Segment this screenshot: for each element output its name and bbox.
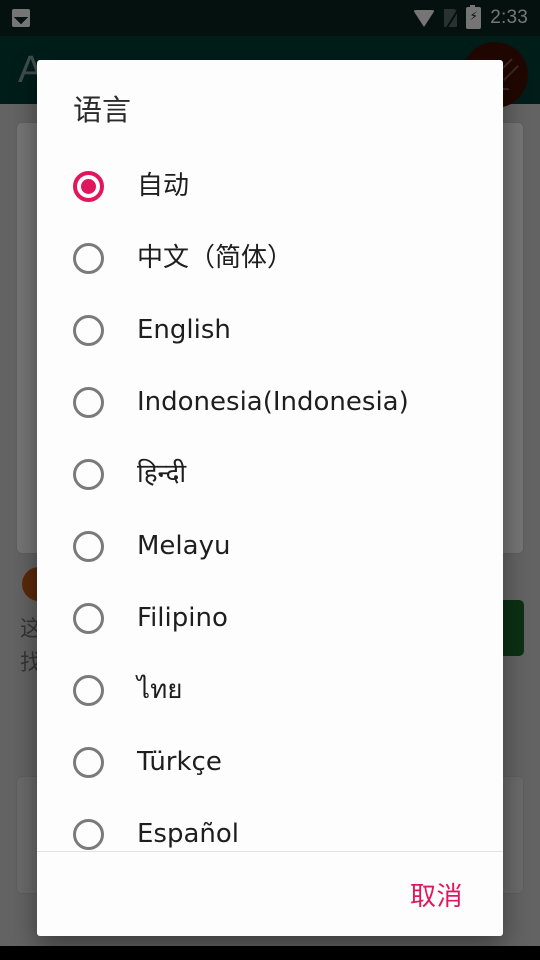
dialog-action-bar: 取消 — [37, 852, 503, 936]
radio-button-icon[interactable] — [73, 674, 104, 706]
language-option-label: 自动 — [137, 171, 190, 201]
cancel-button[interactable]: 取消 — [400, 868, 473, 921]
language-option-label: ไทย — [137, 675, 183, 705]
radio-button-icon[interactable] — [73, 602, 104, 634]
language-option-english[interactable]: English — [37, 294, 503, 366]
radio-button-icon[interactable] — [73, 170, 104, 202]
phone-screen: ! 这是一段提找不到 A ⚡ 2:33 — [0, 0, 540, 960]
radio-button-icon[interactable] — [73, 242, 104, 274]
language-option-thai[interactable]: ไทย — [37, 654, 503, 726]
dialog-title: 语言 — [73, 93, 132, 127]
language-option-indonesia[interactable]: Indonesia(Indonesia) — [37, 366, 503, 438]
language-option-label: हिन्दी — [137, 459, 187, 489]
language-option-filipino[interactable]: Filipino — [37, 582, 503, 654]
language-options-list[interactable]: 自动 中文（简体） English Indonesia(Indonesia) ह… — [37, 144, 503, 851]
language-option-espanol[interactable]: Español — [37, 798, 503, 851]
language-option-label: Indonesia(Indonesia) — [137, 387, 409, 417]
language-option-label: English — [137, 315, 231, 345]
language-option-label: 中文（简体） — [137, 243, 294, 273]
language-option-label: Filipino — [137, 603, 228, 633]
radio-button-icon[interactable] — [73, 386, 104, 418]
language-option-label: Türkçe — [137, 747, 222, 777]
language-option-hindi[interactable]: हिन्दी — [37, 438, 503, 510]
language-option-label: Melayu — [137, 531, 231, 561]
language-option-turkce[interactable]: Türkçe — [37, 726, 503, 798]
radio-button-icon[interactable] — [73, 818, 104, 850]
radio-button-icon[interactable] — [73, 746, 104, 778]
radio-button-icon[interactable] — [73, 530, 104, 562]
language-option-melayu[interactable]: Melayu — [37, 510, 503, 582]
navigation-bar — [0, 946, 540, 960]
language-option-chinese-simplified[interactable]: 中文（简体） — [37, 222, 503, 294]
radio-button-icon[interactable] — [73, 314, 104, 346]
language-option-label: Español — [137, 819, 240, 849]
language-option-auto[interactable]: 自动 — [37, 150, 503, 222]
radio-button-icon[interactable] — [73, 458, 104, 490]
language-dialog: 语言 自动 中文（简体） English Indonesia(Indonesia… — [37, 60, 503, 936]
